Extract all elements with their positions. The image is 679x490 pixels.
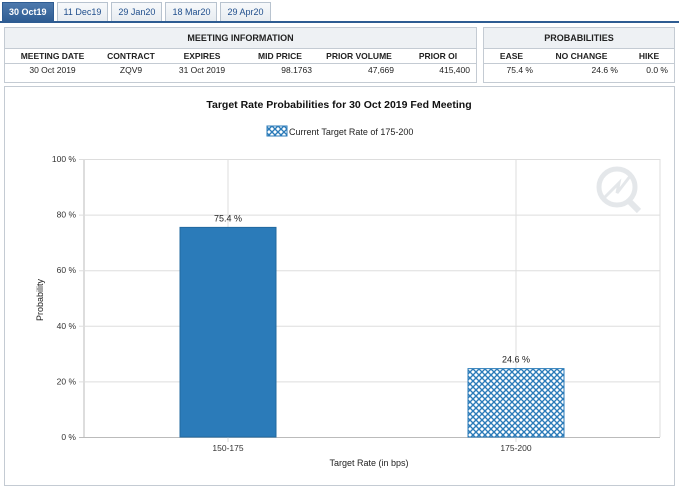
header-hike: HIKE [624, 49, 674, 64]
bar-175-200[interactable] [467, 368, 565, 438]
value-prior-oi: 415,400 [439, 65, 470, 76]
tab-29-jan20[interactable]: 29 Jan20 [111, 2, 163, 22]
legend-swatch [266, 125, 288, 137]
table-header-row: EASE NO CHANGE HIKE [484, 49, 674, 64]
x-axis-label: Target Rate (in bps) [329, 458, 408, 468]
header-expires: EXPIRES [162, 49, 242, 64]
header-prior-oi: PRIOR OI [400, 49, 476, 64]
gridlines [79, 159, 661, 442]
header-mid-price: MID PRICE [242, 49, 318, 64]
table-row: 30 Oct 2019 ZQV9 31 Oct 2019 98.1763 47,… [5, 63, 476, 77]
tab-18-mar20[interactable]: 18 Mar20 [165, 2, 218, 22]
value-hike: 0.0 % [646, 65, 668, 76]
data-label: 24.6 % [502, 355, 530, 365]
probabilities-panel: PROBABILITIES EASE NO CHANGE HIKE 75.4 %… [483, 27, 675, 83]
tab-30-oct19[interactable]: 30 Oct19 [2, 2, 54, 22]
bar-150-175[interactable] [179, 226, 277, 438]
y-tick-label: 20 % [57, 376, 77, 386]
table-header-row: MEETING DATE CONTRACT EXPIRES MID PRICE … [5, 49, 476, 64]
header-prior-volume: PRIOR VOLUME [318, 49, 400, 64]
header-contract: CONTRACT [100, 49, 162, 64]
header-no-change: NO CHANGE [539, 49, 624, 64]
tab-29-apr20[interactable]: 29 Apr20 [220, 2, 271, 22]
header-ease: EASE [484, 49, 539, 64]
meeting-tabs: 30 Oct19 11 Dec19 29 Jan20 18 Mar20 29 A… [2, 2, 271, 22]
legend-label: Current Target Rate of 175-200 [289, 127, 413, 137]
value-expires: 31 Oct 2019 [178, 65, 226, 76]
probabilities-title: PROBABILITIES [484, 28, 674, 49]
x-tick-labels: 150-175 175-200 [212, 443, 531, 453]
value-mid-price: 98.1763 [281, 65, 312, 76]
probabilities-table: EASE NO CHANGE HIKE 75.4 % 24.6 % 0.0 % [484, 49, 674, 77]
y-tick-label: 60 % [57, 265, 77, 275]
y-tick-label: 40 % [57, 321, 77, 331]
meeting-information-panel: MEETING INFORMATION MEETING DATE CONTRAC… [4, 27, 477, 83]
watermark-logo [596, 166, 642, 214]
tab-underline [0, 21, 679, 23]
bars: 75.4 % 24.6 % [179, 213, 565, 438]
tab-11-dec19[interactable]: 11 Dec19 [56, 2, 109, 22]
value-ease: 75.4 % [506, 65, 533, 76]
value-meeting-date: 30 Oct 2019 [29, 65, 76, 76]
y-tick-label: 100 % [52, 154, 77, 164]
y-axis-label: Probability [35, 278, 45, 321]
value-no-change: 24.6 % [591, 65, 618, 76]
x-tick-label: 150-175 [212, 443, 243, 453]
value-prior-volume: 47,669 [368, 65, 394, 76]
chart-title: Target Rate Probabilities for 30 Oct 201… [206, 99, 471, 111]
chart-container: Target Rate Probabilities for 30 Oct 201… [4, 86, 675, 486]
value-contract: ZQV9 [119, 65, 143, 76]
data-label: 75.4 % [214, 213, 242, 223]
header-meeting-date: MEETING DATE [5, 49, 100, 64]
probability-bar-chart: Target Rate Probabilities for 30 Oct 201… [35, 99, 661, 468]
y-tick-label: 80 % [57, 210, 77, 220]
y-tick-labels: 0 % 20 % 40 % 60 % 80 % 100 % [52, 154, 77, 442]
meeting-information-title: MEETING INFORMATION [5, 28, 476, 49]
table-row: 75.4 % 24.6 % 0.0 % [484, 63, 674, 77]
meeting-information-table: MEETING DATE CONTRACT EXPIRES MID PRICE … [5, 49, 476, 77]
x-tick-label: 175-200 [500, 443, 531, 453]
y-tick-label: 0 % [61, 432, 76, 442]
chart-legend[interactable]: Current Target Rate of 175-200 [266, 125, 413, 137]
